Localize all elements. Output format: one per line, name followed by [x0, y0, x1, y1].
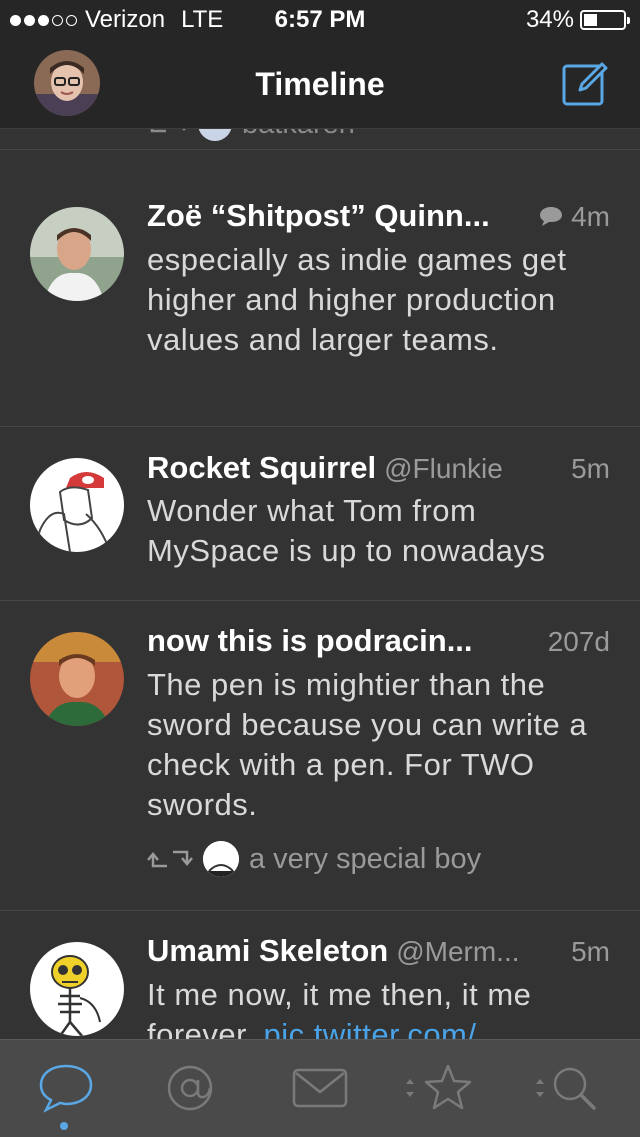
tweet-row[interactable]: Umami Skeleton @Merm... 5m It me now, it… [0, 910, 640, 1039]
tweet-row[interactable]: Zoë “Shitpost” Quinn... 4m especially as… [0, 149, 640, 426]
tweet-text: The pen is mightier than the sword becau… [147, 667, 588, 822]
tweet-text: especially as indie games get higher and… [147, 242, 567, 357]
retweet-attribution[interactable]: a very special boy [147, 841, 481, 877]
retweet-icon [150, 129, 186, 133]
page-title: Timeline [255, 66, 385, 102]
timeline-list[interactable]: batkaren Zoë “Shitpost” Quinn... 4m espe… [0, 129, 640, 1039]
avatar[interactable] [30, 942, 124, 1036]
compose-icon[interactable] [560, 58, 610, 108]
chat-bubble-icon [39, 1064, 93, 1113]
retweeter-avatar [203, 841, 239, 877]
at-sign-icon [167, 1065, 213, 1111]
search-icon [536, 1067, 596, 1110]
tweet-link[interactable]: pic.twitter.com/ [264, 1017, 477, 1039]
tab-bar [0, 1039, 640, 1137]
partial-retweet-row: batkaren [0, 129, 640, 149]
author-name[interactable]: Rocket Squirrel [147, 450, 376, 486]
tab-messages[interactable] [290, 1062, 350, 1114]
battery-icon [580, 10, 630, 30]
tweet-row[interactable]: now this is podracin... 207d The pen is … [0, 600, 640, 910]
retweeter-avatar [198, 129, 232, 141]
tab-search[interactable] [530, 1062, 610, 1114]
conversation-icon [540, 207, 563, 226]
avatar[interactable] [30, 458, 124, 552]
status-bar: Verizon LTE 6:57 PM 34% [0, 0, 640, 40]
avatar[interactable] [30, 207, 124, 301]
tweet-time: 4m [571, 201, 610, 232]
navigation-bar: Timeline [0, 40, 640, 129]
retweeter-name: batkaren [242, 129, 355, 141]
tab-mentions[interactable] [160, 1062, 220, 1114]
retweeter-name: a very special boy [249, 842, 482, 875]
battery-fill [584, 14, 597, 26]
tweet-row[interactable]: Rocket Squirrel @Flunkie 5m Wonder what … [0, 426, 640, 600]
active-tab-indicator [60, 1122, 68, 1130]
battery-percent: 34% [525, 6, 574, 33]
author-name[interactable]: Umami Skeleton [147, 933, 388, 969]
tweet-time: 5m [571, 936, 610, 967]
tweet-time: 5m [571, 453, 610, 484]
star-icon [406, 1064, 472, 1110]
battery-group: 34% [525, 6, 630, 34]
retweet-icon [147, 850, 193, 868]
tab-favorites[interactable] [400, 1062, 480, 1114]
tweet-text: It me now, it me then, it me forever. pi… [147, 975, 610, 1039]
tweet-text: Wonder what Tom from MySpace is up to no… [147, 493, 546, 568]
tweet-time: 207d [547, 626, 610, 657]
author-name[interactable]: Zoë “Shitpost” Quinn... [147, 198, 490, 234]
author-name[interactable]: now this is podracin... [147, 623, 473, 659]
author-handle[interactable]: @Merm... [396, 936, 519, 968]
avatar[interactable] [30, 632, 124, 726]
tab-timeline[interactable] [36, 1062, 96, 1114]
author-handle[interactable]: @Flunkie [384, 453, 503, 485]
envelope-icon [292, 1068, 348, 1108]
